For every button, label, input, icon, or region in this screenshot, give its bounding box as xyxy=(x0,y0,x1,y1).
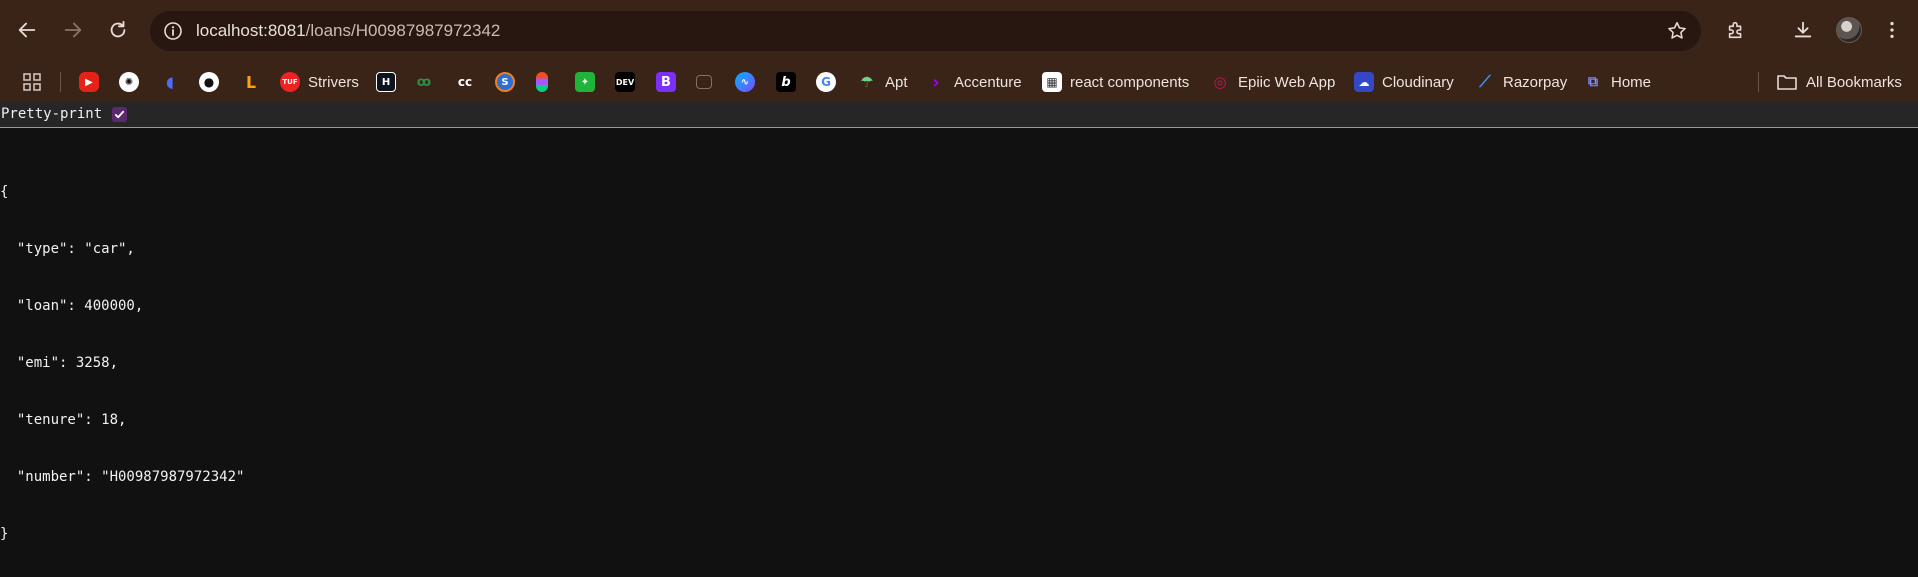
geeksforgeeks-icon: ꝏ xyxy=(416,74,432,90)
menu-button[interactable] xyxy=(1875,13,1909,47)
puzzle-icon xyxy=(1728,21,1742,39)
pretty-print-label: Pretty-print xyxy=(1,106,103,122)
bookmark-tab[interactable] xyxy=(696,70,712,94)
apt-icon: ☂ xyxy=(860,73,874,91)
bookmark-s[interactable]: S xyxy=(495,70,515,94)
bootstrap-icon: B xyxy=(656,72,676,92)
bookmark-figma[interactable] xyxy=(536,70,548,94)
chatgpt-icon: ✺ xyxy=(119,72,139,92)
pretty-print-checkbox[interactable] xyxy=(112,107,127,122)
accenture-icon: › xyxy=(932,71,940,93)
b-icon: b xyxy=(776,72,796,92)
reload-button[interactable] xyxy=(101,13,135,47)
tab-icon xyxy=(696,75,712,89)
hackerrank-icon: H xyxy=(376,72,396,92)
messenger-icon: ∿ xyxy=(735,72,755,92)
json-line: { xyxy=(0,184,9,200)
bookmark-b[interactable]: b xyxy=(776,70,796,94)
bookmark-label: Strivers xyxy=(308,73,359,91)
bookmark-label: Home xyxy=(1611,73,1652,91)
arrow-left-icon xyxy=(18,22,36,38)
bookmarks-bar: ▶ ✺ ◖ ● ᒪ TUF Strivers H ꝏ cc S ✦ DEV B ∿… xyxy=(0,62,1918,102)
youtube-icon: ▶ xyxy=(79,72,99,92)
bookmarks-divider xyxy=(60,72,61,92)
json-content: { "type": "car", "loan": 400000, "emi": … xyxy=(0,145,244,563)
browser-toolbar: localhost:8081/loans/H00987987972342 xyxy=(0,0,1918,62)
razorpay-icon: ⟋ xyxy=(1479,72,1491,91)
bookmark-strivers[interactable]: TUF Strivers xyxy=(280,70,359,94)
json-line: "emi": 3258, xyxy=(0,355,119,371)
dev-icon: DEV xyxy=(615,72,635,92)
bookmark-label: Apt xyxy=(885,73,908,91)
bookmark-accenture[interactable]: › Accenture xyxy=(926,70,1022,94)
checkmark-icon xyxy=(114,110,125,119)
bookmarks-divider-right xyxy=(1758,72,1759,92)
site-info-icon[interactable] xyxy=(162,20,184,42)
bookmark-home[interactable]: ⧉ Home xyxy=(1583,70,1651,94)
bookmark-label: Accenture xyxy=(954,73,1022,91)
url-text[interactable]: localhost:8081/loans/H00987987972342 xyxy=(196,21,500,41)
bookmark-chatgpt[interactable]: ✺ xyxy=(119,70,139,94)
cloudinary-icon: ☁ xyxy=(1354,72,1374,92)
json-line: "type": "car", xyxy=(0,241,135,257)
bookmark-messenger[interactable]: ∿ xyxy=(735,70,755,94)
bookmark-label: Cloudinary xyxy=(1382,73,1454,91)
home-icon: ⧉ xyxy=(1588,74,1598,90)
profile-avatar[interactable] xyxy=(1836,17,1862,43)
codechef-icon: cc xyxy=(457,75,473,89)
forward-button[interactable] xyxy=(56,13,90,47)
bookmark-react-components[interactable]: ▦ react components xyxy=(1042,70,1189,94)
all-bookmarks-button[interactable]: All Bookmarks xyxy=(1776,70,1902,94)
json-line: "loan": 400000, xyxy=(0,298,144,314)
tuf-icon: TUF xyxy=(280,72,300,92)
bookmark-star-icon[interactable] xyxy=(1665,19,1689,43)
bookmark-razorpay[interactable]: ⟋ Razorpay xyxy=(1475,70,1567,94)
folder-icon xyxy=(1777,75,1797,90)
pretty-print-bar: Pretty-print xyxy=(0,102,1918,128)
all-bookmarks-label: All Bookmarks xyxy=(1806,73,1902,91)
bookmark-label: Razorpay xyxy=(1503,73,1568,91)
figma-icon xyxy=(536,72,548,92)
bookmark-hackerrank[interactable]: H xyxy=(376,70,396,94)
google-icon: G xyxy=(816,72,836,92)
json-line: "tenure": 18, xyxy=(0,412,127,428)
bookmark-label: Epiic Web App xyxy=(1238,73,1336,91)
bookmark-codechef[interactable]: cc xyxy=(455,70,475,94)
downloads-button[interactable] xyxy=(1786,13,1820,47)
kebab-menu-icon xyxy=(1890,21,1894,39)
bookmark-github[interactable]: ● xyxy=(199,70,219,94)
bookmark-deepseek[interactable]: ◖ xyxy=(160,70,180,94)
bookmark-bootstrap[interactable]: B xyxy=(656,70,676,94)
json-line: } xyxy=(0,526,9,542)
bookmark-epiic[interactable]: ◎ Epiic Web App xyxy=(1210,70,1335,94)
bookmark-apt[interactable]: ☂ Apt xyxy=(857,70,908,94)
bookmark-youtube[interactable]: ▶ xyxy=(79,70,99,94)
bookmark-cloudinary[interactable]: ☁ Cloudinary xyxy=(1354,70,1454,94)
green-app-icon: ✦ xyxy=(575,72,595,92)
url-path: /loans/H00987987972342 xyxy=(305,21,501,40)
bookmark-label: react components xyxy=(1070,73,1190,91)
arrow-right-icon xyxy=(64,22,82,38)
epiic-icon: ◎ xyxy=(1213,73,1227,91)
apps-grid-icon xyxy=(23,73,41,91)
leetcode-icon: ᒪ xyxy=(245,72,257,92)
bookmark-green-app[interactable]: ✦ xyxy=(575,70,595,94)
back-button[interactable] xyxy=(10,13,44,47)
download-icon xyxy=(1794,21,1812,38)
s-icon: S xyxy=(495,72,515,92)
address-bar[interactable]: localhost:8081/loans/H00987987972342 xyxy=(150,11,1701,51)
bookmark-dev[interactable]: DEV xyxy=(615,70,635,94)
deepseek-icon: ◖ xyxy=(166,73,174,91)
url-host: localhost:8081 xyxy=(196,21,306,40)
bookmark-geeksforgeeks[interactable]: ꝏ xyxy=(414,70,434,94)
react-components-icon: ▦ xyxy=(1042,72,1062,92)
reload-icon xyxy=(110,20,126,38)
extensions-button[interactable] xyxy=(1719,13,1753,47)
json-line: "number": "H00987987972342" xyxy=(0,469,245,485)
bookmark-google[interactable]: G xyxy=(816,70,836,94)
github-icon: ● xyxy=(199,72,219,92)
bookmark-leetcode[interactable]: ᒪ xyxy=(241,70,261,94)
apps-shortcut[interactable] xyxy=(22,70,42,94)
